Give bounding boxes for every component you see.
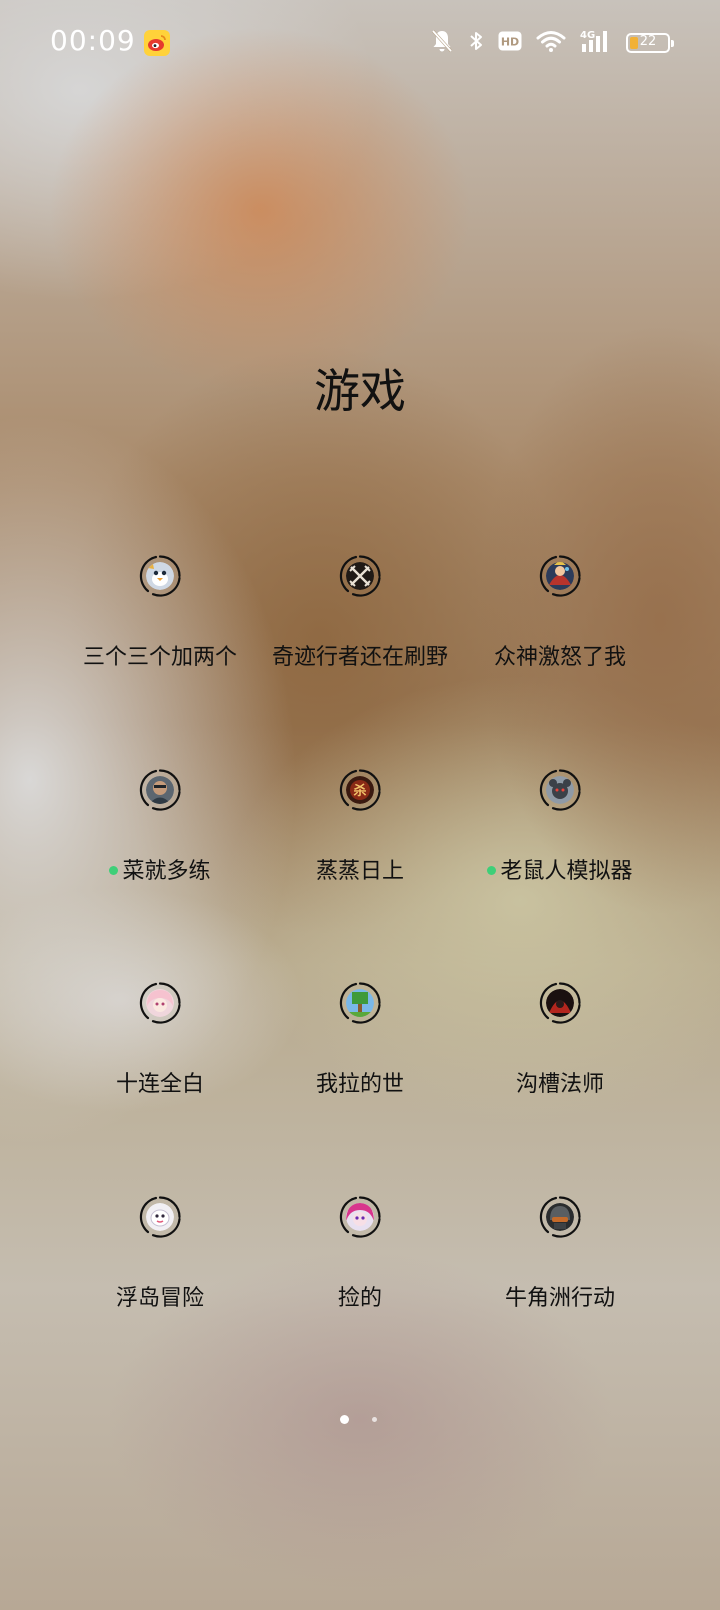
app-item[interactable]: 牛角洲行动 — [460, 1195, 660, 1410]
app-label-text: 众神激怒了我 — [493, 645, 626, 670]
new-indicator-dot — [109, 865, 119, 875]
app-item[interactable]: 浮岛冒险 — [60, 1195, 260, 1410]
svg-text:杀: 杀 — [353, 783, 366, 799]
status-bar: 00:09 HD 4G 22 — [0, 0, 720, 86]
app-grid: 三个三个加两个 奇迹行者还在刷野 众神激怒了我菜就多练 杀蒸蒸日上 老鼠人模拟器十连全白… — [60, 555, 660, 1409]
app-item[interactable]: 老鼠人模拟器 — [460, 768, 660, 983]
hd-icon: HD — [498, 31, 522, 55]
page-indicator — [0, 1413, 720, 1425]
pink-hair-girl-icon[interactable] — [339, 1195, 381, 1238]
app-item[interactable]: 十连全白 — [60, 982, 260, 1196]
app-label-text: 蒸蒸日上 — [315, 858, 404, 884]
app-item[interactable]: 杀蒸蒸日上 — [260, 768, 460, 983]
folder-title[interactable]: 游戏 — [0, 355, 720, 421]
app-label-text: 浮岛冒险 — [115, 1285, 204, 1311]
app-label-text: 捡的 — [337, 1285, 382, 1311]
page-dot-active[interactable] — [340, 1415, 349, 1424]
status-icons: HD 4G 22 — [430, 28, 674, 58]
weibo-notification-icon — [144, 30, 170, 56]
app-label-text: 三个三个加两个 — [82, 645, 237, 670]
app-label: 沟槽法师 — [440, 1066, 680, 1098]
anime-girl-icon[interactable] — [139, 982, 181, 1024]
operator-helmet-icon[interactable] — [539, 1195, 581, 1238]
network-label: 4G — [580, 30, 595, 41]
bluetooth-icon — [468, 29, 484, 57]
app-item[interactable]: 奇迹行者还在刷野 — [260, 555, 460, 769]
status-time: 00:09 — [50, 24, 136, 57]
battery-icon: 22 — [626, 33, 674, 53]
app-label: 众神激怒了我 — [440, 639, 680, 671]
wifi-icon — [536, 29, 566, 57]
new-indicator-dot — [487, 865, 497, 875]
app-item[interactable]: 三个三个加两个 — [60, 555, 260, 769]
app-label-text: 我拉的世 — [315, 1072, 404, 1097]
rat-warrior-icon[interactable] — [539, 768, 581, 811]
soldier-portrait-icon[interactable] — [139, 768, 181, 811]
battery-tip — [671, 40, 674, 47]
app-label: 老鼠人模拟器 — [440, 853, 680, 885]
app-label-text: 牛角洲行动 — [504, 1285, 615, 1311]
crossed-swords-icon[interactable] — [339, 555, 381, 597]
app-item[interactable]: 捡的 — [260, 1195, 460, 1410]
god-character-icon[interactable] — [539, 555, 581, 597]
page-dot-inactive[interactable] — [372, 1417, 377, 1422]
penguin-character-icon[interactable] — [139, 555, 181, 597]
4g-signal-icon: 4G — [580, 28, 612, 58]
app-label: 牛角洲行动 — [440, 1280, 680, 1312]
white-creature-icon[interactable] — [139, 1195, 181, 1238]
red-hood-icon[interactable] — [539, 982, 581, 1024]
app-item[interactable]: 众神激怒了我 — [460, 555, 660, 769]
app-item[interactable]: 沟槽法师 — [460, 982, 660, 1196]
app-label-text: 菜就多练 — [122, 858, 211, 884]
app-item[interactable]: 菜就多练 — [60, 768, 260, 983]
app-label-text: 沟槽法师 — [515, 1072, 604, 1097]
app-label-text: 十连全白 — [115, 1072, 204, 1097]
app-label-text: 老鼠人模拟器 — [500, 858, 633, 884]
battery-level: 22 — [639, 34, 657, 49]
kill-emblem-icon[interactable]: 杀 — [339, 768, 381, 811]
hd-label: HD — [501, 36, 519, 49]
tree-pixel-icon[interactable] — [339, 982, 381, 1024]
app-item[interactable]: 我拉的世 — [260, 982, 460, 1196]
app-label-text: 奇迹行者还在刷野 — [271, 645, 448, 670]
bell-off-icon — [430, 28, 454, 58]
